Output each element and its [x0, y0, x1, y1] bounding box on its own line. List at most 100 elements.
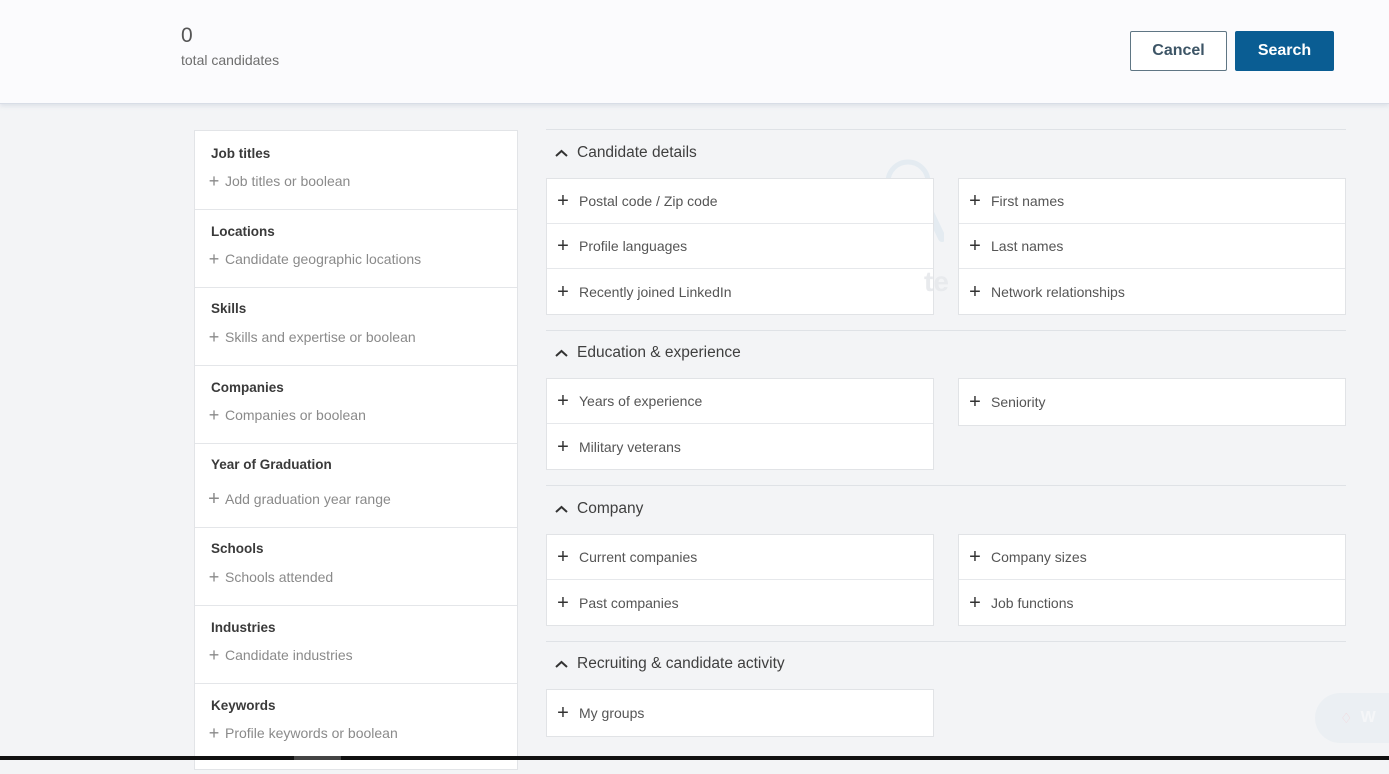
plus-icon: +: [557, 546, 569, 568]
plus-icon: +: [208, 723, 220, 743]
taskbar-tab[interactable]: [294, 756, 341, 760]
filter-keywords: Keywords + Profile keywords or boolean: [195, 684, 517, 774]
plus-icon: +: [969, 190, 981, 212]
filter-industries: Industries + Candidate industries: [195, 606, 517, 684]
filter-add-skills[interactable]: + Skills and expertise or boolean: [207, 328, 416, 346]
filter-placeholder: Candidate industries: [225, 647, 353, 663]
candidate-details-right-card: + First names + Last names + Network rel…: [958, 178, 1346, 315]
filter-add-schools[interactable]: + Schools attended: [207, 568, 333, 586]
filter-companies: Companies + Companies or boolean: [195, 366, 517, 444]
help-bubble[interactable]: ♢ W: [1315, 693, 1389, 743]
cancel-button[interactable]: Cancel: [1130, 31, 1227, 71]
filter-panel: Job titles + Job titles or boolean Locat…: [194, 130, 518, 770]
section-toggle-education-experience[interactable]: Education & experience: [554, 344, 741, 362]
plus-icon: +: [208, 171, 220, 191]
recruiting-left-card: + My groups: [546, 689, 934, 737]
filter-add-industries[interactable]: + Candidate industries: [207, 646, 353, 664]
filter-skills: Skills + Skills and expertise or boolean: [195, 288, 517, 366]
section-title: Education & experience: [577, 344, 741, 361]
option-label: Past companies: [579, 594, 679, 611]
education-right-card: + Seniority: [958, 378, 1346, 426]
filter-option-company-sizes[interactable]: + Company sizes: [959, 535, 1345, 580]
section-divider: [546, 330, 1346, 331]
section-title: Recruiting & candidate activity: [577, 655, 785, 672]
option-label: Job functions: [991, 594, 1074, 611]
option-label: First names: [991, 193, 1065, 209]
plus-icon: +: [969, 546, 981, 568]
filter-option-first-names[interactable]: + First names: [959, 179, 1345, 224]
filter-placeholder: Add graduation year range: [225, 491, 391, 507]
filter-placeholder: Candidate geographic locations: [225, 251, 422, 267]
section-toggle-company[interactable]: Company: [554, 500, 643, 518]
help-icon: ♢: [1340, 709, 1353, 726]
filter-title: Locations: [211, 224, 275, 239]
filter-title: Keywords: [211, 698, 276, 713]
filter-placeholder: Schools attended: [225, 569, 334, 585]
plus-icon: +: [208, 327, 220, 347]
filter-add-keywords[interactable]: + Profile keywords or boolean: [207, 724, 398, 742]
filter-placeholder: Skills and expertise or boolean: [225, 329, 416, 345]
plus-icon: +: [208, 488, 220, 510]
plus-icon: +: [557, 591, 569, 614]
candidate-count-label: total candidates: [181, 52, 280, 68]
education-left-card: + Years of experience + Military veteran…: [546, 378, 934, 470]
option-label: My groups: [579, 704, 645, 721]
filter-option-current-companies[interactable]: + Current companies: [547, 535, 933, 580]
chevron-up-icon: [555, 149, 568, 157]
section-divider: [546, 485, 1346, 486]
filter-option-job-functions[interactable]: + Job functions: [959, 580, 1345, 625]
filter-title: Companies: [211, 380, 284, 395]
filter-year-of-graduation: Year of Graduation + Add graduation year…: [195, 444, 517, 528]
filter-locations: Locations + Candidate geographic locatio…: [195, 210, 517, 288]
filter-add-locations[interactable]: + Candidate geographic locations: [207, 250, 421, 268]
option-label: Current companies: [579, 549, 698, 565]
chevron-up-icon: [555, 505, 568, 513]
filter-option-postal-code[interactable]: + Postal code / Zip code: [547, 179, 933, 224]
filter-option-profile-languages[interactable]: + Profile languages: [547, 224, 933, 269]
section-toggle-candidate-details[interactable]: Candidate details: [554, 144, 697, 162]
chevron-up-icon: [555, 349, 568, 357]
plus-icon: +: [557, 235, 569, 257]
plus-icon: +: [969, 390, 981, 413]
filter-option-seniority[interactable]: + Seniority: [959, 379, 1345, 424]
filter-add-graduation-year[interactable]: + Add graduation year range: [207, 489, 391, 509]
option-label: Seniority: [991, 393, 1046, 410]
search-button[interactable]: Search: [1235, 31, 1334, 71]
filter-option-recently-joined[interactable]: + Recently joined LinkedIn: [547, 269, 933, 314]
filter-option-years-of-experience[interactable]: + Years of experience: [547, 379, 933, 424]
filter-job-titles: Job titles + Job titles or boolean: [195, 131, 517, 210]
candidate-details-left-card: + Postal code / Zip code + Profile langu…: [546, 178, 934, 315]
filter-option-last-names[interactable]: + Last names: [959, 224, 1345, 269]
option-label: Last names: [991, 238, 1064, 254]
plus-icon: +: [208, 405, 220, 425]
section-divider: [546, 641, 1346, 642]
option-label: Postal code / Zip code: [579, 193, 718, 209]
chevron-up-icon: [555, 660, 568, 668]
plus-icon: +: [557, 701, 569, 724]
filter-option-network-relationships[interactable]: + Network relationships: [959, 269, 1345, 314]
option-label: Profile languages: [579, 238, 688, 254]
option-label: Company sizes: [991, 549, 1087, 565]
filter-option-military-veterans[interactable]: + Military veterans: [547, 424, 933, 469]
filter-placeholder: Companies or boolean: [225, 407, 366, 423]
plus-icon: +: [969, 280, 981, 303]
filter-title: Job titles: [211, 146, 271, 161]
candidate-count: 0: [181, 24, 193, 47]
option-label: Years of experience: [579, 393, 703, 409]
section-divider: [546, 129, 1346, 130]
section-title: Company: [577, 500, 644, 517]
filter-title: Schools: [211, 541, 264, 556]
filter-placeholder: Job titles or boolean: [225, 173, 351, 189]
option-label: Network relationships: [991, 283, 1125, 300]
taskbar-strip: [0, 756, 1389, 760]
filter-add-companies[interactable]: + Companies or boolean: [207, 406, 366, 424]
filter-add-job-titles[interactable]: + Job titles or boolean: [207, 171, 351, 191]
filter-title: Industries: [211, 620, 276, 635]
plus-icon: +: [208, 645, 220, 665]
plus-icon: +: [557, 435, 569, 458]
filter-title: Year of Graduation: [211, 457, 332, 472]
filter-option-my-groups[interactable]: + My groups: [547, 690, 933, 735]
company-left-card: + Current companies + Past companies: [546, 534, 934, 626]
filter-option-past-companies[interactable]: + Past companies: [547, 580, 933, 625]
section-toggle-recruiting-activity[interactable]: Recruiting & candidate activity: [554, 655, 785, 673]
